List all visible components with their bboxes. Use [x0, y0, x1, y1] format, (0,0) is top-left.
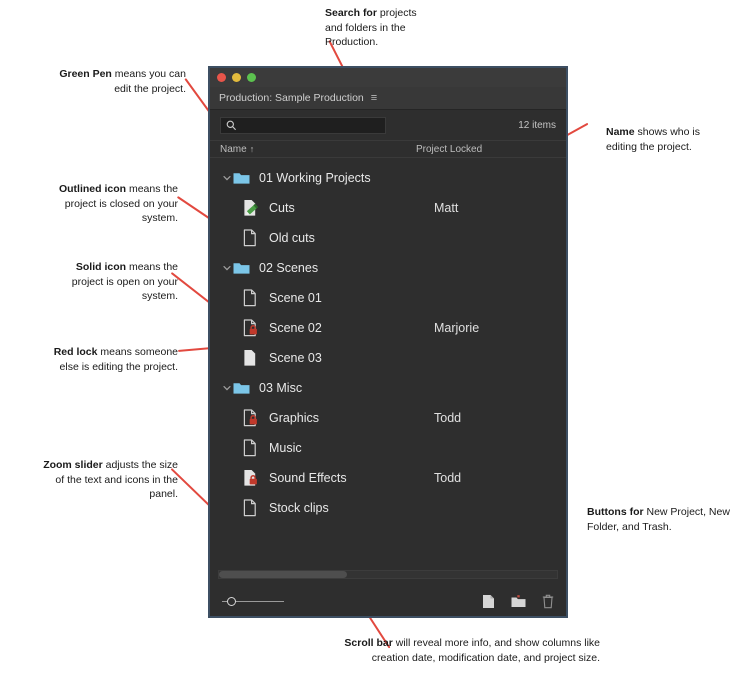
trash-icon[interactable]: [542, 594, 554, 609]
project-solid-locked-icon: [243, 469, 265, 487]
disclosure-triangle-icon[interactable]: [220, 174, 233, 182]
column-header-name-label: Name: [220, 143, 247, 155]
minimize-window-button[interactable]: [232, 73, 241, 82]
horizontal-scrollbar-thumb[interactable]: [219, 570, 348, 578]
annotation-search: Search for projects and folders in the P…: [325, 6, 437, 50]
new-folder-icon[interactable]: [511, 594, 526, 608]
project-row[interactable]: Music: [210, 433, 566, 463]
panel-tab-production[interactable]: Production: Sample Production ≡: [210, 87, 566, 110]
row-label: Scene 01: [269, 291, 322, 305]
search-input[interactable]: [240, 119, 370, 131]
app-window: Production: Sample Production ≡ 12 items…: [208, 66, 568, 618]
horizontal-scroll-zone: [210, 562, 566, 586]
project-row[interactable]: Scene 03: [210, 343, 566, 373]
annotation-zoom-slider: Zoom slider adjusts the size of the text…: [42, 458, 178, 502]
row-label: 01 Working Projects: [259, 171, 371, 185]
annotated-screenshot: Search for projects and folders in the P…: [0, 0, 740, 688]
zoom-slider-knob[interactable]: [227, 596, 236, 606]
disclosure-triangle-icon[interactable]: [220, 384, 233, 392]
annotation-red-lock-bold: Red lock: [53, 346, 98, 358]
project-row[interactable]: Stock clips: [210, 493, 566, 523]
annotation-buttons: Buttons for New Project, New Folder, and…: [587, 505, 733, 534]
row-label: Music: [269, 441, 302, 455]
project-row[interactable]: Sound Effects Todd: [210, 463, 566, 493]
row-label: 02 Scenes: [259, 261, 319, 275]
project-outlined-icon: [243, 289, 265, 307]
project-outlined-icon: [243, 499, 265, 517]
annotation-buttons-bold: Buttons for: [587, 506, 644, 518]
annotation-solid-icon: Solid icon means the project is open on …: [62, 260, 178, 304]
annotation-green-pen: Green Pen means you can edit the project…: [46, 67, 186, 96]
annotation-search-bold: Search for: [325, 7, 377, 19]
sort-ascending-icon: ↑: [249, 144, 255, 154]
project-outlined-icon: [243, 229, 265, 247]
annotation-name-bold: Name: [606, 126, 635, 138]
search-icon: [226, 120, 237, 131]
folder-row[interactable]: 02 Scenes: [210, 253, 566, 283]
project-green-pen-icon: [243, 199, 265, 217]
row-label: 03 Misc: [259, 381, 303, 395]
panel-tab-label: Production: Sample Production: [219, 92, 364, 104]
row-label: Stock clips: [269, 501, 329, 515]
annotation-scroll-rest: will reveal more info, and show columns …: [371, 637, 600, 664]
project-row[interactable]: Old cuts: [210, 223, 566, 253]
project-locked-owner: Marjorie: [434, 321, 480, 335]
project-solid-icon: [243, 349, 265, 367]
window-titlebar: [210, 68, 566, 87]
search-row: 12 items: [210, 110, 566, 140]
annotation-solid-bold: Solid icon: [75, 261, 127, 273]
annotation-green-pen-bold: Green Pen: [59, 68, 112, 80]
annotation-red-lock: Red lock means someone else is editing t…: [42, 345, 178, 374]
row-label: Old cuts: [269, 231, 315, 245]
project-outlined-icon: [243, 439, 265, 457]
project-locked-owner: Todd: [434, 471, 462, 485]
annotation-scroll-bold: Scroll bar: [344, 637, 393, 649]
annotation-zoom-slider-bold: Zoom slider: [43, 459, 103, 471]
annotation-name: Name shows who is editing the project.: [606, 125, 726, 154]
project-row[interactable]: Cuts Matt: [210, 193, 566, 223]
column-header-row: Name ↑ Project Locked: [210, 140, 566, 158]
row-label: Graphics: [269, 411, 320, 425]
column-header-project-locked[interactable]: Project Locked: [416, 144, 556, 155]
project-outlined-locked-icon: [243, 319, 265, 337]
folder-icon: [233, 171, 255, 185]
project-outlined-locked-icon: [243, 409, 265, 427]
folder-icon: [233, 261, 255, 275]
column-header-name[interactable]: Name ↑: [220, 144, 416, 155]
close-window-button[interactable]: [217, 73, 226, 82]
folder-icon: [233, 381, 255, 395]
folder-row[interactable]: 03 Misc: [210, 373, 566, 403]
zoom-slider[interactable]: [222, 596, 284, 606]
disclosure-triangle-icon[interactable]: [220, 264, 233, 272]
row-label: Scene 02: [269, 321, 322, 335]
project-row[interactable]: Scene 02 Marjorie: [210, 313, 566, 343]
horizontal-scrollbar-track[interactable]: [218, 569, 558, 579]
row-label: Sound Effects: [269, 471, 347, 485]
project-row[interactable]: Graphics Todd: [210, 403, 566, 433]
annotation-outlined-icon: Outlined icon means the project is close…: [50, 182, 178, 226]
panel-action-buttons: [482, 594, 554, 609]
zoom-slider-track[interactable]: [236, 600, 284, 602]
panel-bottom-bar: [210, 586, 566, 616]
project-row[interactable]: Scene 01: [210, 283, 566, 313]
project-locked-owner: Matt: [434, 201, 459, 215]
folder-row[interactable]: 01 Working Projects: [210, 163, 566, 193]
project-locked-owner: Todd: [434, 411, 462, 425]
search-box[interactable]: [220, 116, 386, 134]
annotation-scroll-bar: Scroll bar will reveal more info, and sh…: [332, 636, 600, 665]
panel-menu-icon[interactable]: ≡: [371, 92, 377, 104]
annotation-green-pen-rest: means you can edit the project.: [111, 68, 186, 95]
row-label: Scene 03: [269, 351, 322, 365]
file-list: 01 Working Projects Cuts Matt Old cuts 02 Sc…: [210, 158, 566, 562]
row-label: Cuts: [269, 201, 295, 215]
annotation-outlined-bold: Outlined icon: [58, 183, 127, 195]
maximize-window-button[interactable]: [247, 73, 256, 82]
new-project-icon[interactable]: [482, 594, 495, 609]
item-count-label: 12 items: [518, 119, 556, 131]
